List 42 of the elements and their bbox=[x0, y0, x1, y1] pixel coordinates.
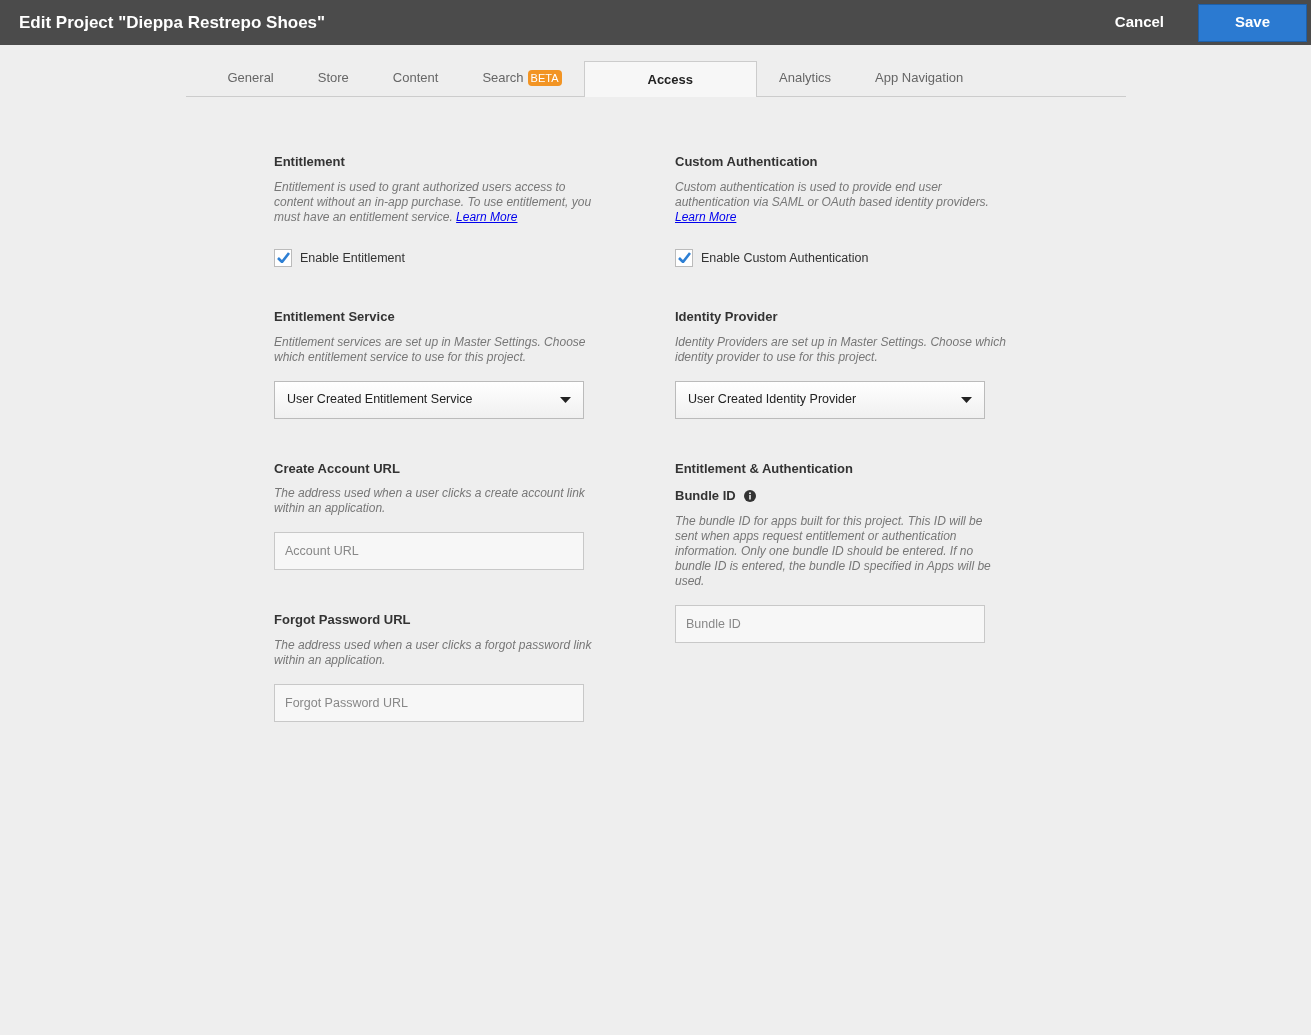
input-field[interactable]: Bundle ID bbox=[675, 604, 985, 643]
checkbox-label: Enable Entitlement bbox=[300, 249, 405, 267]
learn-more-link[interactable]: Learn More bbox=[456, 209, 518, 224]
section-heading: Create Account URL bbox=[274, 459, 401, 478]
description-text: The bundle ID for apps built for this project. This ID will be sent when apps request entitlement or authentication information. Only one bundle ID should be entered. If no bundle ID is entered, the bundle ID specified in Apps will be used. bbox=[675, 513, 992, 589]
description-text: Entitlement services are set up in Master Settings. Choose which entitlement service to use for this project. bbox=[274, 334, 587, 365]
learn-more-link[interactable]: Learn More bbox=[675, 209, 737, 224]
save-button[interactable]: Save bbox=[1198, 3, 1307, 42]
description-text: Custom authentication is used to provide end user authentication via SAML or OAuth based identity providers. Learn More bbox=[675, 179, 990, 225]
tab[interactable]: Analytics bbox=[757, 60, 854, 96]
tab[interactable]: General bbox=[205, 60, 296, 96]
field-label: Bundle ID bbox=[675, 487, 736, 506]
tab[interactable]: Store bbox=[295, 60, 371, 96]
cancel-button[interactable]: Cancel bbox=[1114, 11, 1164, 34]
caret-down-icon bbox=[961, 396, 972, 403]
section-heading: Identity Provider bbox=[675, 308, 779, 327]
info-icon[interactable] bbox=[743, 490, 756, 502]
caret-down-icon bbox=[560, 396, 571, 403]
checkbox-label: Enable Custom Authentication bbox=[701, 249, 869, 267]
description-text: The address used when a user clicks a create account link within an application. bbox=[274, 486, 586, 517]
beta-badge: BETA bbox=[527, 69, 562, 87]
checkmark-icon bbox=[276, 252, 290, 264]
checkbox[interactable] bbox=[675, 248, 693, 267]
dropdown[interactable]: User Created Identity Provider bbox=[675, 380, 985, 419]
tab[interactable]: Search BETA bbox=[460, 60, 584, 96]
section-heading: Entitlement & Authentication bbox=[675, 459, 854, 478]
section-heading: Forgot Password URL bbox=[274, 611, 412, 630]
section-heading: Entitlement Service bbox=[274, 308, 396, 327]
input-field[interactable]: Forgot Password URL bbox=[274, 683, 584, 722]
checkbox[interactable] bbox=[274, 248, 292, 267]
description-text: Entitlement is used to grant authorized users access to content without an in-app purchase. To use entitlement, you must have an entitlement service. Learn More bbox=[274, 179, 593, 225]
tab[interactable]: Access bbox=[583, 61, 758, 97]
description-text: Identity Providers are set up in Master Settings. Choose which identity provider to use for this project. bbox=[675, 334, 1006, 365]
section-heading: Entitlement bbox=[274, 153, 346, 171]
tab[interactable]: Content bbox=[370, 60, 461, 96]
dropdown[interactable]: User Created Entitlement Service bbox=[274, 380, 584, 419]
input-field[interactable]: Account URL bbox=[274, 532, 584, 571]
window-title: Edit Project "Dieppa Restrepo Shoes" bbox=[19, 11, 326, 34]
checkmark-icon bbox=[677, 252, 691, 264]
tab[interactable]: App Navigation bbox=[853, 60, 986, 96]
section-heading: Custom Authentication bbox=[675, 153, 819, 171]
description-text: The address used when a user clicks a forgot password link within an application. bbox=[274, 637, 593, 668]
